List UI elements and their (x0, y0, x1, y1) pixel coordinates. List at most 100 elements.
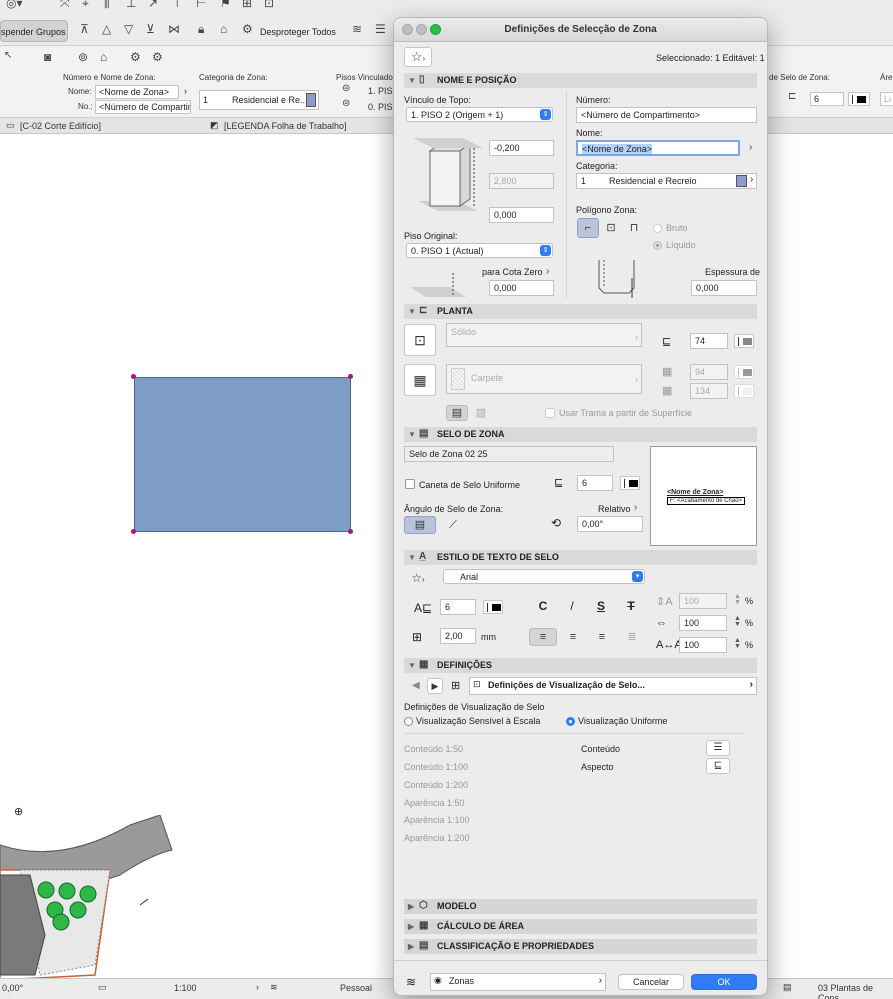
selection-node[interactable] (348, 529, 353, 534)
infobox-number-field[interactable]: <Número de Compartim (95, 100, 191, 114)
favorites-star-button[interactable]: ☆› (404, 47, 432, 67)
bold-button[interactable]: C (535, 599, 551, 613)
height-field[interactable]: 2,800 (489, 173, 554, 189)
section-model-header[interactable]: ▶ ⬡ MODELO (404, 899, 757, 914)
thickness-field[interactable]: 0,000 (691, 280, 757, 296)
section-area-calc-header[interactable]: ▶ ▦ CÁLCULO DE ÁREA (404, 919, 757, 934)
toolbar-tool-icon[interactable]: ◎▾ (6, 0, 23, 10)
toolbar-tool-icon[interactable]: ⫼ (104, 0, 110, 11)
italic-button[interactable]: / (564, 599, 580, 613)
chevron-right-icon[interactable]: › (634, 502, 637, 513)
align-left-button[interactable]: ≡ (529, 628, 557, 646)
appearance-settings-button[interactable]: ⊑ (706, 758, 730, 774)
reset-order-icon[interactable]: ⋈ (168, 22, 180, 36)
text-pen-swatch[interactable] (483, 600, 503, 614)
stamp-pen-swatch[interactable] (620, 476, 640, 490)
status-scale[interactable]: 1:100 (174, 983, 197, 993)
toolbar-tool-icon[interactable]: ⊤ (172, 0, 182, 10)
view-settings-select[interactable]: ⊡ Definições de Visualização de Selo... … (469, 677, 757, 695)
chevron-left-icon[interactable]: ◀ (412, 680, 420, 691)
use-surface-pattern-checkbox[interactable] (545, 408, 555, 418)
camera-icon[interactable]: ◙ (44, 50, 51, 64)
arrow-tool-icon[interactable]: ↖ (4, 50, 12, 61)
number-field[interactable]: <Número de Compartimento> (576, 107, 757, 123)
polygon-auto-button[interactable]: ⊓ (623, 218, 645, 238)
area-field[interactable]: Li (880, 92, 893, 106)
layers-icon[interactable]: ≋ (352, 22, 362, 36)
toolbar-tool-icon[interactable]: ⊢ (196, 0, 206, 10)
top-offset-field[interactable]: -0,200 (489, 140, 554, 156)
arrange-down-icon[interactable]: ▽ (124, 22, 133, 36)
unprotect-all-label[interactable]: Desproteger Todos (260, 27, 336, 37)
stamp-name-field[interactable]: Selo de Zona 02 25 (404, 446, 614, 462)
zone-polygon[interactable] (134, 377, 351, 532)
category-field[interactable]: 1 Residencial e Recreio › (576, 173, 757, 189)
text-width-field[interactable]: 100 (679, 615, 727, 631)
outline-pen-swatch[interactable] (734, 334, 754, 348)
fill-slant-button[interactable]: ▧ (470, 405, 492, 421)
cancel-button[interactable]: Cancelar (618, 974, 684, 990)
selection-node[interactable] (348, 374, 353, 379)
to-zero-field[interactable]: 0,000 (489, 280, 554, 296)
toolbar-tool-icon[interactable]: ⊥ (126, 0, 136, 10)
fill-orientation-button[interactable]: ▤ (446, 405, 468, 421)
tab-section[interactable]: [C-02 Corte Edifício] (20, 121, 101, 131)
top-link-select[interactable]: 1. PISO 2 (Origem + 1) ⇕ (406, 107, 553, 122)
suspend-groups-button[interactable]: spender Grupos (0, 20, 68, 42)
stepper-icon[interactable]: ▲ ▼ (734, 593, 741, 606)
text-pen-field[interactable]: 6 (440, 599, 476, 615)
section-settings-header[interactable]: ▼ ▦ DEFINIÇÕES (404, 658, 757, 673)
uniform-pen-checkbox[interactable] (405, 479, 415, 489)
char-spacing-field[interactable]: 100 (679, 637, 727, 653)
uniform-view-radio[interactable] (566, 717, 575, 726)
home-icon[interactable]: ⌂ (100, 50, 107, 64)
strikethrough-button[interactable]: T (623, 599, 639, 613)
scale-sensitive-radio[interactable] (404, 717, 413, 726)
chevron-right-icon[interactable]: › (750, 174, 753, 185)
gross-radio[interactable] (653, 224, 662, 233)
arrange-top-icon[interactable]: ⊼ (80, 22, 89, 36)
stamp-pen-field[interactable]: 6 (577, 475, 613, 491)
section-zone-stamp-header[interactable]: ▼ ▤ SELO DE ZONA (404, 427, 757, 442)
name-field[interactable]: <Nome de Zona> (576, 140, 740, 156)
underline-button[interactable]: S (593, 599, 609, 613)
align-right-button[interactable]: ≡ (589, 628, 615, 646)
section-floor-plan-header[interactable]: ▼ ⊏ PLANTA (404, 304, 757, 319)
stepper-icon[interactable]: ▲ ▼ (734, 615, 741, 628)
bg-pen-field[interactable]: 134 (690, 383, 728, 399)
settings-gear-icon[interactable]: ⚙ (152, 50, 163, 64)
bg-pen-swatch[interactable] (734, 384, 754, 398)
status-view[interactable]: 03 Plantas de Cons (818, 983, 893, 999)
line-spacing-field[interactable]: 100 (679, 593, 727, 609)
unlock-icon[interactable]: ⌂ (220, 22, 227, 36)
layer-select[interactable]: ◉ Zonas › (430, 973, 606, 991)
stamp-angle-field[interactable]: 0,00° (577, 516, 643, 532)
stepper-icon[interactable]: ▲ ▼ (734, 637, 741, 650)
stack-icon[interactable]: ☰ (375, 22, 386, 36)
bottom-offset-field[interactable]: 0,000 (489, 207, 554, 223)
selection-node[interactable] (131, 374, 136, 379)
toolbar-tool-icon[interactable]: ⊡ (264, 0, 274, 10)
infobox-name-field[interactable]: <Nome de Zona> (95, 85, 179, 99)
infobox-pen-field[interactable]: 6 (810, 92, 844, 106)
fill-solid-field[interactable]: Sólido › (446, 323, 642, 347)
flag-icon[interactable]: ⚑ (220, 0, 231, 10)
selection-node[interactable] (131, 529, 136, 534)
gear-icon[interactable]: ⚙ (130, 50, 141, 64)
section-name-position-header[interactable]: ▼ ▯ NOME E POSIÇÃO (404, 73, 757, 88)
chevron-right-icon[interactable]: › (546, 266, 549, 277)
tab-worksheet[interactable]: [LEGENDA Folha de Trabalho] (224, 121, 347, 131)
status-layer-combo[interactable]: Pessoal (340, 983, 372, 993)
toolbar-tool-icon[interactable]: ⤧ (60, 0, 70, 11)
chevron-right-icon[interactable]: › (256, 982, 259, 992)
align-center-button[interactable]: ≡ (560, 628, 586, 646)
home-story-select[interactable]: 0. PISO 1 (Actual) ⇕ (406, 243, 553, 258)
chevron-right-icon[interactable]: › (749, 142, 752, 153)
section-classification-header[interactable]: ▶ ▤ CLASSIFICAÇÃO E PROPRIEDADES (404, 939, 757, 954)
infobox-pen-swatch[interactable] (848, 92, 870, 106)
fill-carpet-field[interactable]: Carpete › (446, 364, 642, 394)
net-radio[interactable] (653, 241, 662, 250)
toolbar-tool-icon[interactable]: ↗ (148, 0, 158, 10)
fill-pattern-icon[interactable]: ▦ (404, 364, 436, 396)
polygon-manual-button[interactable]: ⌐ (577, 218, 599, 238)
